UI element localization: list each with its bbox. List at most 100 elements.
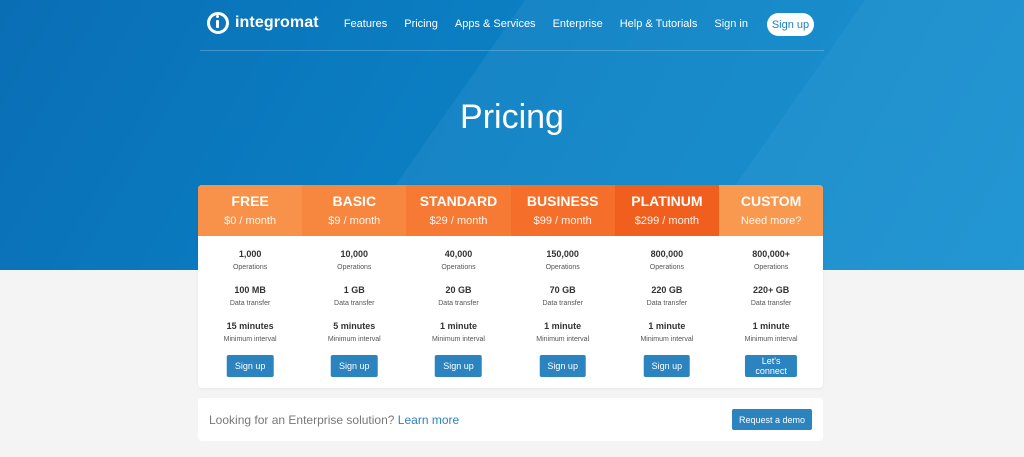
plan-price: $299 / month [634, 215, 699, 227]
plan-header: FREE $0 / month [198, 185, 303, 236]
nav-links: Features Pricing Apps & Services Enterpr… [327, 18, 748, 30]
plan-header: BUSINESS $99 / month [510, 185, 615, 236]
logo[interactable]: integromat [207, 12, 319, 34]
transfer-metric: 220 GB Data transfer [615, 285, 719, 309]
plan-header: CUSTOM Need more? [719, 185, 823, 236]
plan-name: CUSTOM [740, 193, 802, 209]
plan-column-platinum: PLATINUM $299 / month 800,000 Operations … [614, 185, 719, 388]
operations-metric: 800,000+ Operations [719, 249, 823, 273]
nav-signup-button[interactable]: Sign up [767, 13, 814, 36]
interval-label: Minimum interval [327, 336, 381, 343]
plan-header: STANDARD $29 / month [406, 185, 511, 236]
plan-price: $99 / month [533, 215, 592, 227]
lets-connect-button[interactable]: Let's connect [745, 355, 798, 377]
plan-name: STANDARD [419, 193, 498, 209]
operations-label: Operations [441, 264, 476, 271]
interval-metric: 1 minute Minimum interval [615, 321, 719, 345]
interval-metric: 15 minutes Minimum interval [198, 321, 302, 345]
transfer-label: Data transfer [750, 300, 792, 307]
plan-column-custom: CUSTOM Need more? 800,000+ Operations 220… [719, 185, 823, 388]
plan-name: BASIC [332, 193, 377, 209]
operations-label: Operations [337, 264, 372, 271]
plan-price: $0 / month [224, 215, 277, 227]
interval-value: 1 minute [439, 321, 477, 331]
operations-value: 10,000 [340, 249, 369, 259]
transfer-label: Data transfer [334, 300, 375, 307]
plan-name: FREE [231, 193, 269, 209]
interval-metric: 5 minutes Minimum interval [302, 321, 406, 345]
transfer-label: Data transfer [229, 300, 271, 307]
interval-metric: 1 minute Minimum interval [511, 321, 615, 345]
plan-signup-button[interactable]: Sign up [643, 355, 691, 377]
interval-value: 5 minutes [333, 321, 376, 331]
plan-signup-button[interactable]: Sign up [435, 355, 482, 377]
operations-metric: 150,000 Operations [511, 249, 615, 273]
transfer-label: Data transfer [542, 300, 583, 307]
operations-label: Operations [545, 264, 580, 271]
plan-signup-button[interactable]: Sign up [226, 355, 274, 377]
request-demo-button[interactable]: Request a demo [732, 409, 812, 430]
operations-value: 1,000 [238, 249, 262, 259]
interval-metric: 1 minute Minimum interval [406, 321, 510, 345]
plan-column-business: BUSINESS $99 / month 150,000 Operations 7… [510, 185, 615, 388]
top-navigation: integromat Features Pricing Apps & Servi… [200, 0, 824, 51]
transfer-metric: 1 GB Data transfer [302, 285, 406, 309]
enterprise-text: Looking for an Enterprise solution? Lear… [209, 413, 459, 427]
operations-metric: 1,000 Operations [198, 249, 302, 273]
plan-header: BASIC $9 / month [302, 185, 407, 236]
interval-value: 1 minute [648, 321, 686, 331]
operations-metric: 40,000 Operations [406, 249, 510, 273]
nav-link-enterprise[interactable]: Enterprise [553, 18, 603, 30]
transfer-value: 20 GB [445, 285, 472, 295]
nav-link-help-tutorials[interactable]: Help & Tutorials [620, 18, 698, 30]
enterprise-question: Looking for an Enterprise solution? [209, 413, 395, 427]
transfer-metric: 220+ GB Data transfer [719, 285, 823, 309]
interval-label: Minimum interval [536, 336, 590, 343]
transfer-metric: 100 MB Data transfer [198, 285, 302, 309]
operations-label: Operations [753, 264, 789, 271]
operations-metric: 800,000 Operations [615, 249, 719, 273]
plan-price: $29 / month [429, 215, 488, 227]
interval-value: 1 minute [544, 321, 582, 331]
operations-value: 150,000 [546, 249, 579, 259]
interval-label: Minimum interval [432, 336, 485, 343]
operations-label: Operations [649, 264, 685, 271]
transfer-metric: 20 GB Data transfer [406, 285, 510, 309]
operations-value: 800,000 [650, 249, 684, 259]
transfer-label: Data transfer [646, 300, 688, 307]
logo-icon [207, 12, 229, 34]
plan-signup-button[interactable]: Sign up [539, 355, 586, 377]
interval-label: Minimum interval [744, 336, 798, 343]
logo-text: integromat [235, 14, 319, 31]
plan-price: Need more? [740, 215, 802, 227]
transfer-value: 70 GB [549, 285, 576, 295]
plan-signup-button[interactable]: Sign up [331, 355, 378, 377]
operations-label: Operations [232, 264, 268, 271]
interval-value: 15 minutes [226, 321, 274, 331]
nav-link-features[interactable]: Features [344, 18, 387, 30]
plan-column-standard: STANDARD $29 / month 40,000 Operations 20… [406, 185, 511, 388]
plan-price: $9 / month [328, 215, 381, 227]
plan-name: PLATINUM [631, 193, 703, 209]
interval-value: 1 minute [752, 321, 790, 331]
nav-link-apps-services[interactable]: Apps & Services [455, 18, 536, 30]
learn-more-link[interactable]: Learn more [398, 413, 459, 427]
plan-column-free: FREE $0 / month 1,000 Operations 100 MB Da… [198, 185, 303, 388]
transfer-value: 100 MB [234, 285, 266, 295]
interval-metric: 1 minute Minimum interval [719, 321, 823, 345]
transfer-value: 1 GB [343, 285, 365, 295]
interval-label: Minimum interval [640, 336, 694, 343]
pricing-table: FREE $0 / month 1,000 Operations 100 MB Da… [198, 185, 823, 388]
plan-header: PLATINUM $299 / month [614, 185, 719, 236]
operations-value: 40,000 [444, 249, 473, 259]
nav-link-pricing[interactable]: Pricing [404, 18, 438, 30]
interval-label: Minimum interval [223, 336, 277, 343]
plan-name: BUSINESS [526, 193, 599, 209]
nav-link-sign-in[interactable]: Sign in [714, 18, 748, 30]
operations-metric: 10,000 Operations [302, 249, 406, 273]
transfer-value: 220 GB [651, 285, 683, 295]
transfer-metric: 70 GB Data transfer [511, 285, 615, 309]
operations-value: 800,000+ [752, 249, 790, 259]
transfer-value: 220+ GB [752, 285, 790, 295]
plan-column-basic: BASIC $9 / month 10,000 Operations 1 GB Da… [302, 185, 407, 388]
